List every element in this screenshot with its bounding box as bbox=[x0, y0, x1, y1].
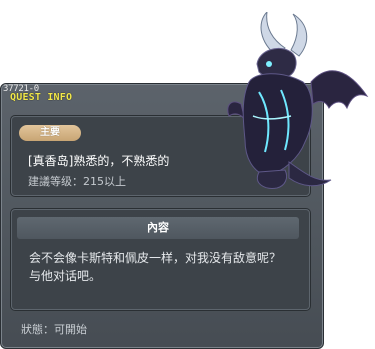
description-line: 与他对话吧。 bbox=[29, 269, 102, 283]
quest-description: 会不会像卡斯特和佩皮一样，对我没有敌意呢？ 与他对话吧。 bbox=[29, 249, 291, 285]
description-line: 会不会像卡斯特和佩皮一样，对我没有敌意呢？ bbox=[29, 251, 282, 265]
quest-title: [真香岛]熟悉的，不熟悉的 bbox=[28, 154, 170, 168]
quest-type-badge: 主要 bbox=[19, 125, 81, 141]
quest-status: 狀態：可開始 bbox=[21, 323, 87, 336]
content-header: 內容 bbox=[17, 217, 299, 239]
recommended-level: 建議等级：215以上 bbox=[28, 175, 126, 188]
dark-dragon-npc-icon bbox=[227, 12, 369, 189]
window-title: QUEST INFO bbox=[10, 92, 73, 103]
